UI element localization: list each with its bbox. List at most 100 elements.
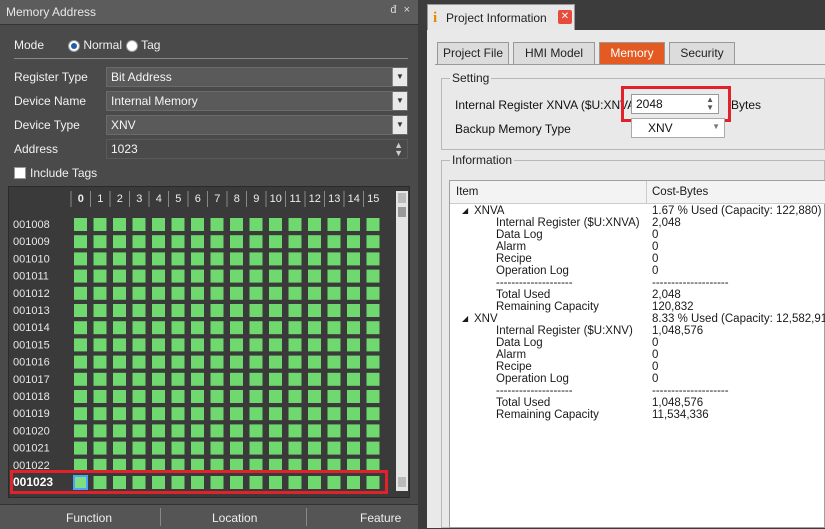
bit-cell[interactable] [152,252,165,266]
bit-cell[interactable] [366,355,380,369]
bit-cell[interactable] [113,372,126,386]
bit-cell[interactable] [308,441,321,455]
expand-arrow-icon[interactable]: ◢ [462,206,468,215]
bit-cell[interactable] [288,218,302,231]
panel-window-controls[interactable]: đ × [390,4,412,16]
bit-grid-canvas[interactable]: 0 1 2 3 4 5 6 7 8 9 10 11 12 13 14 15001008001009001010… [9,187,395,497]
bit-cell[interactable] [210,424,224,438]
bit-cell[interactable] [230,424,243,438]
register-type-select[interactable]: Bit Address ▼ [106,67,408,87]
bit-cell[interactable] [288,424,302,438]
bit-cell[interactable] [308,407,321,421]
bit-cell[interactable] [288,338,302,352]
bit-cell[interactable] [132,286,146,300]
bit-cell[interactable] [308,304,321,317]
bit-cell[interactable] [93,407,107,421]
bit-cell[interactable] [347,424,360,438]
bit-cell[interactable] [308,321,321,335]
bit-cell[interactable] [113,269,126,283]
tab-feature[interactable]: Feature [360,511,401,525]
bit-cell[interactable] [93,355,107,369]
bit-cell[interactable] [308,355,321,369]
bit-cell[interactable] [113,235,126,249]
bit-cell[interactable] [366,424,380,438]
bit-cell[interactable] [74,218,87,231]
bit-cell[interactable] [171,252,185,266]
bit-cell[interactable] [191,355,204,369]
bit-cell[interactable] [347,355,360,369]
bit-cell[interactable] [327,286,341,300]
bit-cell[interactable] [308,269,321,283]
bit-cell[interactable] [269,218,282,231]
bit-cell[interactable] [132,338,146,352]
bit-cell[interactable] [269,390,282,403]
bit-cell[interactable] [366,390,380,403]
bit-cell[interactable] [152,286,165,300]
bit-cell[interactable] [171,218,185,231]
bit-cell[interactable] [132,269,146,283]
bit-cell[interactable] [113,286,126,300]
bit-cell[interactable] [74,372,87,386]
bit-cell[interactable] [113,338,126,352]
bit-cell[interactable] [132,235,146,249]
bit-cell[interactable] [152,338,165,352]
bit-cell[interactable] [327,252,341,266]
bit-cell[interactable] [347,252,360,266]
bit-cell[interactable] [269,407,282,421]
bit-cell[interactable] [327,218,341,231]
bit-cell[interactable] [249,286,263,300]
tab-memory[interactable]: Memory [599,42,665,64]
bit-cell[interactable] [288,252,302,266]
bit-cell[interactable] [366,269,380,283]
device-name-select[interactable]: Internal Memory ▼ [106,91,408,111]
bit-cell[interactable] [249,269,263,283]
bit-cell[interactable] [152,355,165,369]
bit-cell[interactable] [366,321,380,335]
bit-cell[interactable] [191,372,204,386]
bit-cell[interactable] [249,372,263,386]
bit-cell[interactable] [132,321,146,335]
tab-location[interactable]: Location [212,511,257,525]
bit-cell[interactable] [327,304,341,317]
bit-cell[interactable] [191,304,204,317]
bit-cell[interactable] [288,390,302,403]
tab-security[interactable]: Security [669,42,735,64]
bit-address-grid[interactable]: 0 1 2 3 4 5 6 7 8 9 10 11 12 13 14 15 001008 001009 001010… [8,186,410,498]
address-stepper[interactable]: 1023 ▲ ▼ [106,139,408,159]
bit-cell[interactable] [152,269,165,283]
bit-cell[interactable] [288,407,302,421]
bit-cell[interactable] [171,321,185,335]
bit-cell[interactable] [366,338,380,352]
bit-cell[interactable] [210,390,224,403]
bit-cell[interactable] [132,304,146,317]
close-icon[interactable]: ✕ [558,10,572,24]
bit-cell[interactable] [191,252,204,266]
chevron-down-icon[interactable]: ▼ [392,116,407,134]
bit-cell[interactable] [132,372,146,386]
bit-cell[interactable] [191,441,204,455]
bit-cell[interactable] [347,338,360,352]
bit-cell[interactable] [74,321,87,335]
bit-cell[interactable] [230,407,243,421]
bit-cell[interactable] [191,269,204,283]
bit-cell[interactable] [152,424,165,438]
bit-cell[interactable] [210,338,224,352]
bit-cell[interactable] [327,372,341,386]
bit-cell[interactable] [327,235,341,249]
bit-cell[interactable] [366,286,380,300]
bit-cell[interactable] [366,441,380,455]
bit-cell[interactable] [210,252,224,266]
bit-cell[interactable] [269,235,282,249]
bit-cell[interactable] [366,372,380,386]
bit-cell[interactable] [269,269,282,283]
scroll-thumb[interactable] [398,207,406,217]
bit-cell[interactable] [327,321,341,335]
bit-cell[interactable] [191,235,204,249]
bit-cell[interactable] [230,218,243,231]
bit-cell[interactable] [269,321,282,335]
device-type-select[interactable]: XNV ▼ [106,115,408,135]
bit-cell[interactable] [249,252,263,266]
bit-cell[interactable] [269,372,282,386]
bit-cell[interactable] [366,304,380,317]
bit-cell[interactable] [93,390,107,403]
